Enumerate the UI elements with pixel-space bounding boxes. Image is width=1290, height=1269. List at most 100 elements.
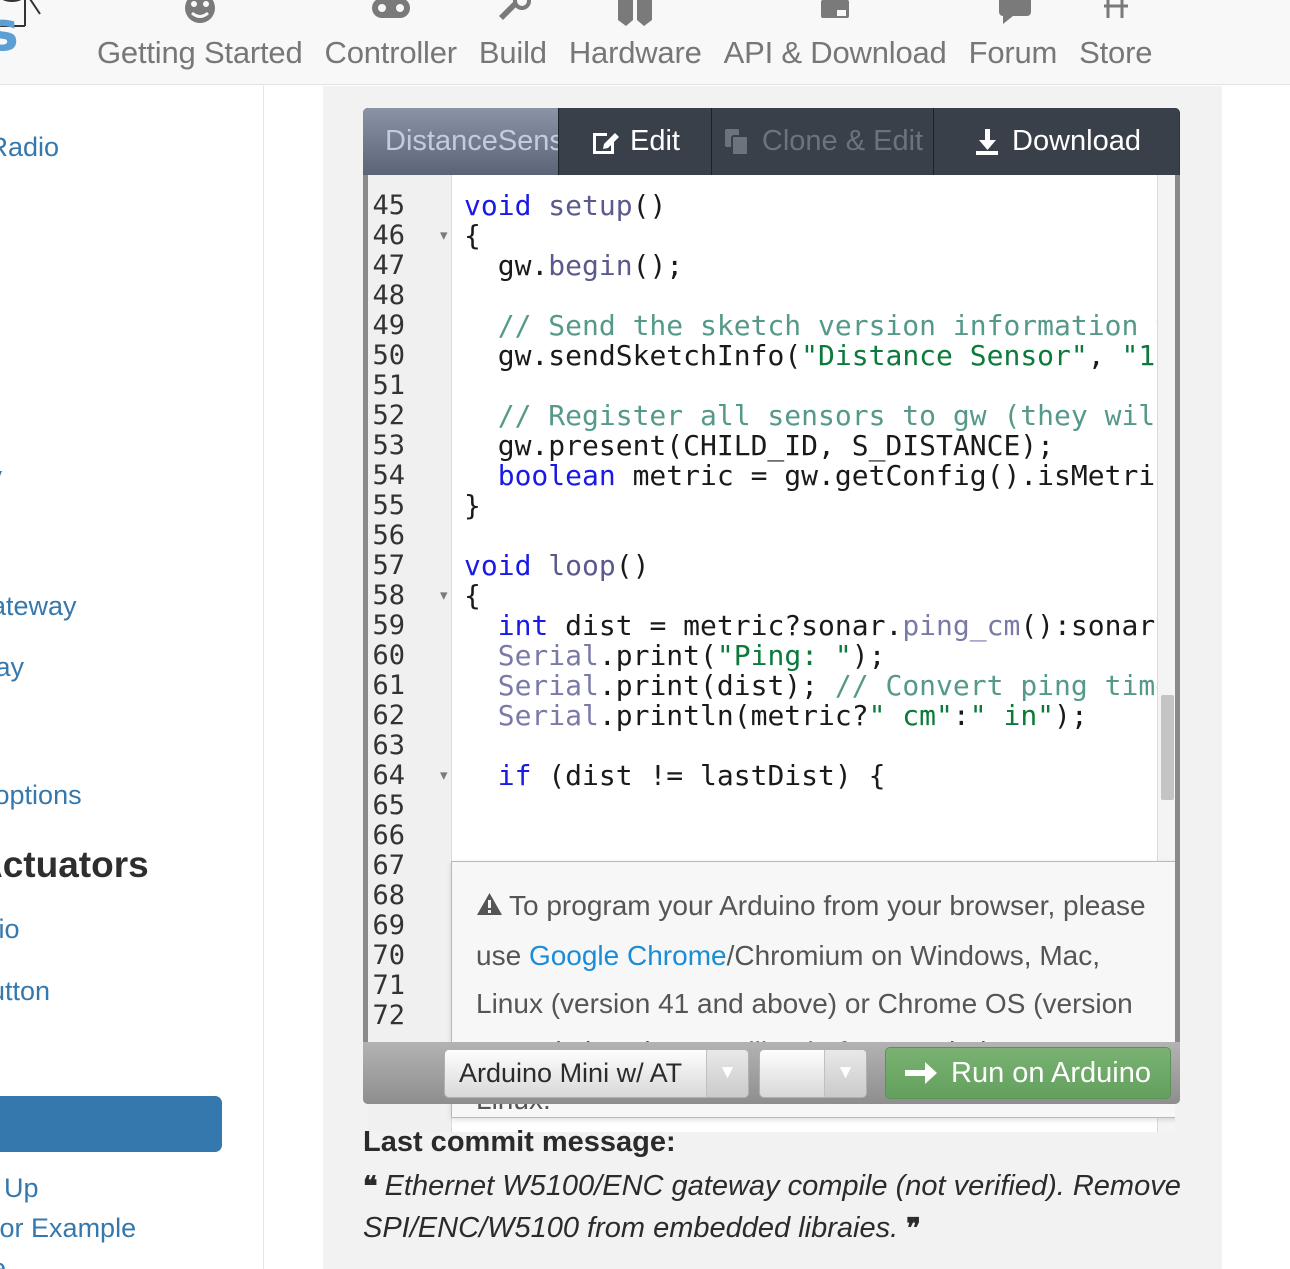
sidebar-link[interactable]: e.io	[0, 914, 20, 945]
line-number: 47	[372, 250, 405, 281]
download-tab[interactable]: Download	[934, 108, 1179, 175]
code-line: gw.sendSketchInfo("Distance Sensor", "1.…	[464, 341, 1175, 371]
code-line: gw.begin();	[464, 251, 683, 281]
code-token: void	[464, 549, 549, 582]
code-token: .print(	[598, 639, 717, 672]
nav-item-store[interactable]: Store	[1068, 0, 1163, 78]
download-icon	[972, 127, 1002, 157]
run-on-arduino-button[interactable]: Run on Arduino	[885, 1047, 1171, 1099]
code-line: void loop()	[464, 551, 649, 581]
line-number-gutter: 45 46 ▾ 47 48 49 50 51 52 53 54 55 56 57 58 ▾ 59 60 61 62 63…	[368, 175, 452, 1132]
nav-item-controller[interactable]: Controller	[314, 0, 468, 78]
commit-message-text: Ethernet W5100/ENC gateway compile (not …	[363, 1170, 1181, 1244]
code-token: setup	[548, 189, 633, 222]
line-number: 54	[372, 460, 405, 491]
code-token: ping_cm	[902, 609, 1021, 642]
code-token: .print(dist);	[598, 669, 835, 702]
sidebar-heading-actuators: Actuators	[0, 844, 149, 885]
last-commit-block: Last commit message: ❝ Ethernet W5100/EN…	[363, 1126, 1183, 1249]
code-token: ();	[632, 249, 684, 282]
pencil-square-icon	[590, 127, 620, 157]
arrow-right-icon	[905, 1060, 938, 1086]
line-number: 61	[372, 670, 405, 701]
sketch-toolbar: Arduino Mini w/ AT ▼ ▼ Run on Arduino	[363, 1042, 1180, 1104]
code-token: :	[952, 699, 970, 732]
line-number: 50	[372, 340, 405, 371]
clone-tab-label: Clone & Edit	[761, 125, 924, 157]
nav-item-hardware[interactable]: Hardware	[558, 0, 713, 78]
line-number: 65	[372, 790, 405, 821]
sidebar: e Radio ng g way y Gateway way y d optio…	[0, 86, 264, 1269]
edit-tab[interactable]: Edit	[559, 108, 712, 175]
code-line: void setup()	[464, 191, 666, 221]
code-token: {	[464, 219, 481, 252]
line-number: 69	[372, 910, 405, 941]
code-token: sendSketchInfo	[548, 339, 785, 372]
sidebar-primary-button[interactable]	[0, 1096, 222, 1152]
code-token: ()	[615, 549, 650, 582]
site-logo[interactable]: rs	[0, 0, 62, 78]
line-number: 70	[372, 940, 405, 971]
code-line: {	[464, 221, 481, 251]
port-select[interactable]: ▼	[759, 1048, 867, 1098]
code-token: (dist != lastDist) {	[531, 759, 886, 792]
sidebar-link[interactable]: ensor Example	[0, 1213, 136, 1244]
line-number: 45	[372, 190, 405, 221]
code-line: int dist = metric?sonar.ping_cm():sonar.…	[464, 611, 1175, 641]
code-token: loop	[548, 549, 616, 582]
line-number: 48	[372, 280, 405, 311]
line-number: 72	[372, 1000, 405, 1031]
code-fold-toggle[interactable]: ▾	[440, 761, 448, 791]
chevron-down-icon: ▼	[706, 1049, 748, 1097]
tools-icon	[490, 0, 536, 28]
sidebar-link[interactable]: way	[0, 461, 2, 492]
sidebar-link[interactable]: de	[0, 1253, 6, 1269]
code-token: "Distance Sensor"	[801, 339, 1088, 372]
line-number: 71	[372, 970, 405, 1001]
code-line: Serial.print(dist); // Convert ping time…	[464, 671, 1175, 701]
code-token: ,	[1087, 339, 1122, 372]
sketch-widget: DistanceSens Edit Clone & Edit Download	[363, 108, 1180, 1132]
warning-link[interactable]: Google Chrome	[529, 940, 727, 971]
board-select[interactable]: Arduino Mini w/ AT ▼	[444, 1048, 749, 1098]
scrollbar-thumb[interactable]	[1161, 695, 1174, 800]
code-line: }	[464, 491, 481, 521]
file-tab-label: DistanceSens	[385, 125, 559, 157]
code-fold-toggle[interactable]: ▾	[440, 221, 448, 251]
clone-tab: Clone & Edit	[712, 108, 934, 175]
code-token: // Register all sensors to gw (they will…	[497, 399, 1173, 432]
run-button-label: Run on Arduino	[951, 1056, 1151, 1089]
nav-item-forum[interactable]: Forum	[958, 0, 1069, 78]
sidebar-link[interactable]: e Radio	[0, 132, 59, 163]
sidebar-link[interactable]: gs Up	[0, 1173, 39, 1204]
gamepad-icon	[368, 0, 414, 28]
sidebar-link[interactable]: Gateway	[0, 591, 77, 622]
line-number: 64	[372, 760, 405, 791]
code-token: " in"	[969, 699, 1055, 732]
code-token: void	[464, 189, 549, 222]
code-fold-toggle[interactable]: ▾	[440, 581, 448, 611]
file-tab[interactable]: DistanceSens	[363, 108, 559, 175]
top-navigation-bar: rs Getting Started Controller Build	[0, 0, 1290, 85]
code-token: ()	[632, 189, 667, 222]
code-token: dist = metric?sonar.	[548, 609, 903, 642]
code-token: gw.	[464, 339, 549, 372]
code-line: Serial.println(metric?" cm":" in");	[464, 701, 1088, 731]
code-token: );	[1054, 699, 1088, 732]
line-number: 68	[372, 880, 405, 911]
cart-icon	[1093, 0, 1139, 28]
code-line: {	[464, 581, 481, 611]
nav-label: Store	[1079, 35, 1153, 70]
sidebar-link[interactable]: way	[0, 652, 24, 683]
nav-item-api-download[interactable]: API & Download	[713, 0, 958, 78]
nav-item-getting-started[interactable]: Getting Started	[86, 0, 314, 78]
chevron-down-icon: ▼	[824, 1049, 866, 1097]
nav-item-build[interactable]: Build	[468, 0, 558, 78]
code-editor[interactable]: 45 46 ▾ 47 48 49 50 51 52 53 54 55 56 57 58 ▾ 59 60 61 62 63…	[368, 175, 1175, 1132]
commit-title: Last commit message:	[363, 1126, 676, 1158]
sidebar-link[interactable]: Button	[0, 976, 50, 1007]
code-line: Serial.print("Ping: ");	[464, 639, 886, 672]
sidebar-link[interactable]: d options	[0, 780, 82, 811]
